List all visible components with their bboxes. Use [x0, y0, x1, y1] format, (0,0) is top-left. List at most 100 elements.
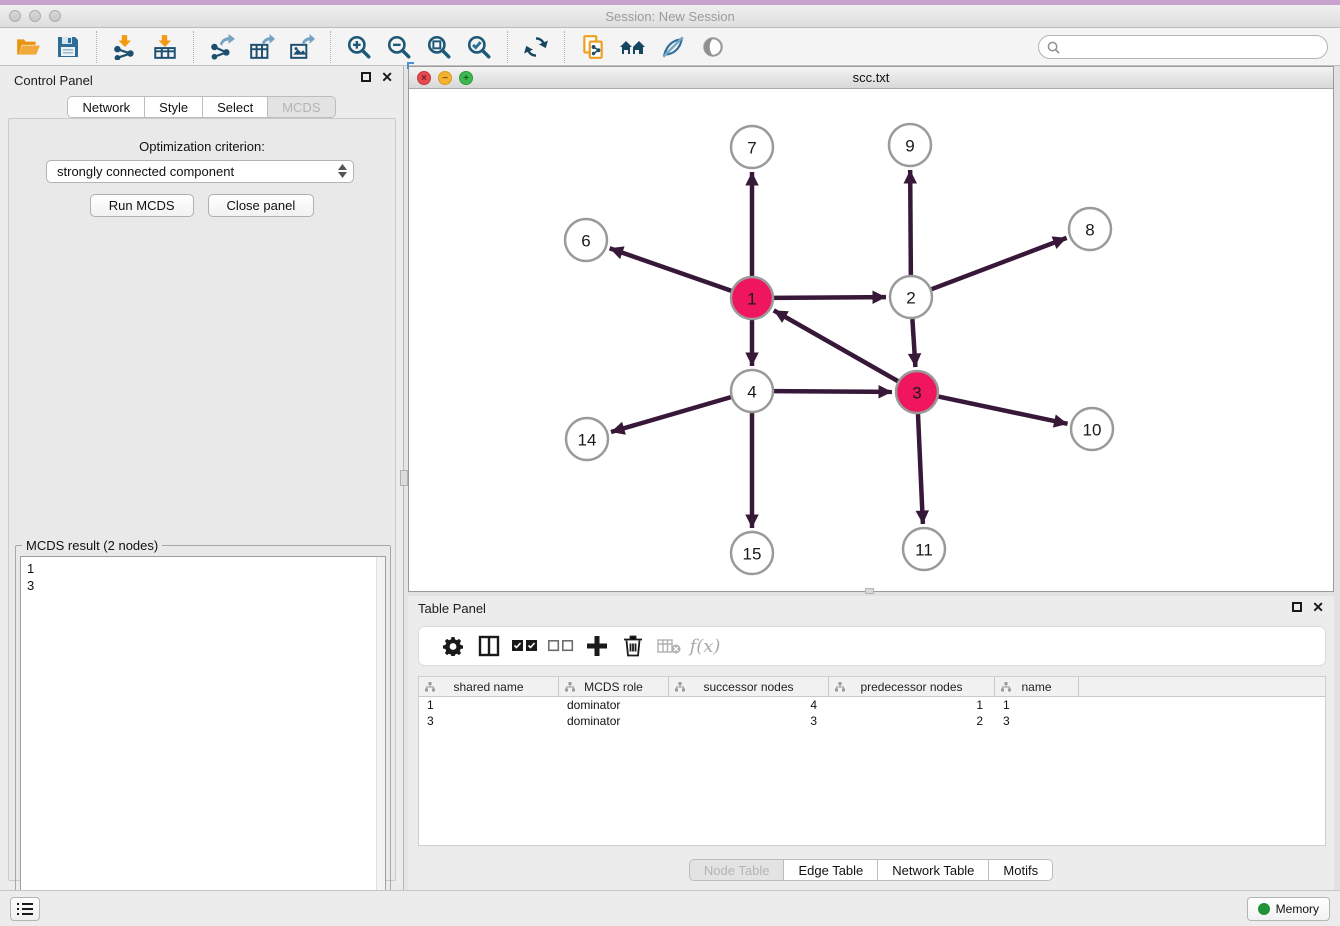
column-header-name[interactable]: name [995, 677, 1079, 696]
table-row[interactable]: 1dominator411 [419, 697, 1325, 713]
node-label-11: 11 [915, 541, 933, 560]
table-cell[interactable]: dominator [559, 714, 669, 728]
edge-3-10[interactable] [939, 397, 1068, 424]
table-cell[interactable]: 3 [995, 714, 1079, 728]
search-box[interactable] [1038, 35, 1328, 59]
table-toolbar: f(x) [418, 626, 1326, 666]
tab-select[interactable]: Select [203, 96, 268, 118]
table-cell[interactable]: 3 [669, 714, 829, 728]
edge-4-3[interactable] [774, 391, 892, 392]
node-label-6: 6 [581, 232, 590, 251]
network-window-title: scc.txt [409, 70, 1333, 85]
column-header-MCDS-role[interactable]: MCDS role [559, 677, 669, 696]
node-label-10: 10 [1083, 421, 1102, 440]
tab-network[interactable]: Network [67, 96, 145, 118]
table-cell[interactable]: 3 [419, 714, 559, 728]
edge-2-3[interactable] [912, 319, 915, 367]
network-canvas[interactable]: 7968124314101511 [410, 89, 1332, 591]
show-columns-icon[interactable] [471, 631, 507, 661]
mcds-result-group: MCDS result (2 nodes) 1 3 [15, 545, 391, 926]
table-cell[interactable]: 1 [419, 698, 559, 712]
apply-layout-icon[interactable] [521, 31, 551, 63]
home-icon[interactable] [618, 31, 648, 63]
main-toolbar [0, 28, 1340, 66]
add-icon[interactable] [579, 631, 615, 661]
zoom-fit-icon[interactable] [424, 31, 454, 63]
edge-3-11[interactable] [918, 414, 923, 524]
network-window-titlebar[interactable]: × − + scc.txt [409, 67, 1333, 89]
export-table-icon[interactable] [247, 31, 277, 63]
result-scrollbar[interactable] [376, 557, 385, 924]
table-cell[interactable]: 1 [995, 698, 1079, 712]
tab-motifs[interactable]: Motifs [989, 859, 1053, 881]
search-input[interactable] [1065, 40, 1327, 54]
node-label-7: 7 [747, 139, 756, 158]
splitter-grip[interactable] [400, 470, 408, 486]
zoom-out-icon[interactable] [384, 31, 414, 63]
toolbar-separator [507, 31, 508, 63]
hide-graphics-details-icon[interactable] [658, 31, 688, 63]
close-panel-button[interactable]: Close panel [208, 194, 315, 217]
window-resize-grip[interactable] [865, 588, 874, 594]
mcds-result-box[interactable]: 1 3 [20, 556, 386, 925]
mcds-result-text: 1 3 [27, 560, 34, 594]
optimization-criterion-select[interactable]: strongly connected component [46, 160, 354, 183]
tab-network-table[interactable]: Network Table [878, 859, 989, 881]
mcds-result-title: MCDS result (2 nodes) [22, 538, 162, 553]
run-mcds-button[interactable]: Run MCDS [90, 194, 194, 217]
zoom-in-icon[interactable] [344, 31, 374, 63]
status-bar: Memory [0, 890, 1340, 926]
column-header-predecessor-nodes[interactable]: predecessor nodes [829, 677, 995, 696]
toolbar-separator [96, 31, 97, 63]
column-edit-icon [835, 682, 845, 692]
toolbar-separator [330, 31, 331, 63]
delete-table-icon[interactable] [651, 631, 687, 661]
memory-status-icon [1258, 903, 1270, 915]
import-table-icon[interactable] [150, 31, 180, 63]
network-graph: 7968124314101511 [410, 89, 1332, 591]
edge-1-6[interactable] [610, 248, 732, 290]
close-table-panel-icon[interactable]: ✕ [1312, 602, 1324, 612]
table-panel: Table Panel ✕ [408, 596, 1334, 890]
edge-2-8[interactable] [932, 238, 1067, 289]
node-label-15: 15 [743, 545, 762, 564]
memory-button[interactable]: Memory [1247, 897, 1330, 921]
float-table-panel-icon[interactable] [1292, 602, 1302, 612]
duplicate-network-icon[interactable] [578, 31, 608, 63]
edge-2-9[interactable] [910, 170, 911, 275]
deselect-all-icon[interactable] [543, 631, 579, 661]
app-titlebar: Session: New Session [0, 5, 1340, 28]
float-panel-icon[interactable] [361, 72, 371, 82]
column-header-shared-name[interactable]: shared name [419, 677, 559, 696]
table-cell[interactable]: 2 [829, 714, 995, 728]
show-graphics-details-icon[interactable] [698, 31, 728, 63]
list-icon [16, 901, 34, 917]
toolbar-separator [564, 31, 565, 63]
node-label-9: 9 [905, 137, 914, 156]
edge-1-2[interactable] [774, 297, 886, 298]
table-cell[interactable]: 4 [669, 698, 829, 712]
task-history-button[interactable] [10, 897, 40, 921]
tab-style[interactable]: Style [145, 96, 203, 118]
open-session-icon[interactable] [13, 31, 43, 63]
select-all-icon[interactable] [507, 631, 543, 661]
table-row[interactable]: 3dominator323 [419, 713, 1325, 729]
save-session-icon[interactable] [53, 31, 83, 63]
table-cell[interactable]: dominator [559, 698, 669, 712]
tab-edge-table[interactable]: Edge Table [784, 859, 878, 881]
export-network-icon[interactable] [207, 31, 237, 63]
delete-icon[interactable] [615, 631, 651, 661]
column-edit-icon [675, 682, 685, 692]
edge-4-14[interactable] [611, 397, 731, 432]
node-label-4: 4 [747, 383, 756, 402]
tab-node-table[interactable]: Node Table [689, 859, 785, 881]
zoom-selected-icon[interactable] [464, 31, 494, 63]
column-header-successor-nodes[interactable]: successor nodes [669, 677, 829, 696]
tab-mcds[interactable]: MCDS [268, 96, 335, 118]
import-network-icon[interactable] [110, 31, 140, 63]
table-cell[interactable]: 1 [829, 698, 995, 712]
export-image-icon[interactable] [287, 31, 317, 63]
close-panel-icon[interactable]: ✕ [381, 72, 393, 82]
edge-3-1[interactable] [774, 310, 898, 381]
table-settings-icon[interactable] [435, 631, 471, 661]
